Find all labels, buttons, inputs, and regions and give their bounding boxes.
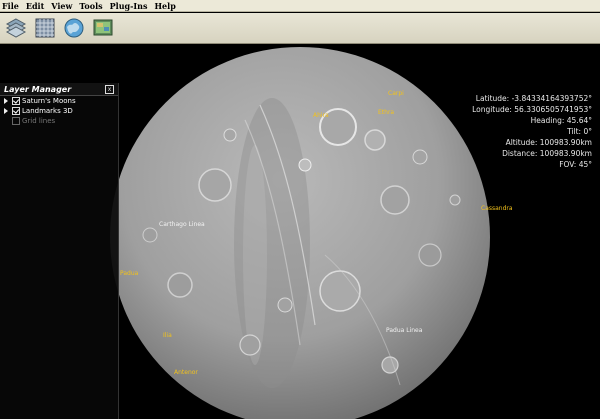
landmark-ilia[interactable]: Ilia (163, 332, 172, 339)
menu-help[interactable]: Help (155, 1, 176, 11)
checkbox-icon[interactable] (12, 107, 20, 115)
landmark-cassandra[interactable]: Cassandra (481, 205, 513, 212)
layer-saturns-moons[interactable]: Saturn's Moons (0, 96, 118, 106)
fov-readout: FOV: 45° (559, 160, 592, 169)
landmark-antenor[interactable]: Antenor (174, 369, 198, 376)
menu-bar: File Edit View Tools Plug-Ins Help (0, 0, 600, 12)
landmark-padua[interactable]: Padua (120, 270, 138, 277)
layer-manager-title: Layer Manager (4, 84, 72, 94)
menu-file[interactable]: File (2, 1, 19, 11)
menu-view[interactable]: View (51, 1, 72, 11)
layer-grid-lines[interactable]: Grid lines (0, 116, 118, 126)
globe-button[interactable] (62, 16, 86, 40)
layer-manager-header: Layer Manager x (0, 83, 118, 96)
landmark-carpi[interactable]: Carpi (388, 90, 404, 97)
map-icon (93, 19, 113, 36)
tilt-readout: Tilt: 0° (567, 127, 592, 136)
checkbox-icon[interactable] (12, 117, 20, 125)
grid-icon (35, 18, 55, 38)
coordinate-readout: Latitude: -3.84334164393752° Longitude: … (472, 93, 592, 170)
menu-tools[interactable]: Tools (79, 1, 102, 11)
globe-icon (64, 18, 84, 38)
layer-manager-panel: Layer Manager x Saturn's Moons Landmarks… (0, 83, 119, 419)
expand-arrow-icon[interactable] (4, 108, 8, 114)
landmark-padua-linea[interactable]: Padua Linea (386, 327, 422, 334)
layer-label: Saturn's Moons (22, 97, 76, 105)
longitude-readout: Longitude: 56.3306505741953° (472, 105, 592, 114)
landmark-ethra[interactable]: Ethra (378, 109, 394, 116)
expand-arrow-icon[interactable] (4, 98, 8, 104)
landmark-ahira[interactable]: Ahira (313, 112, 329, 119)
landmark-carthago-linea[interactable]: Carthago Linea (159, 221, 205, 228)
grid-button[interactable] (33, 16, 57, 40)
layers-icon (5, 18, 27, 38)
layers-button[interactable] (4, 16, 28, 40)
checkbox-icon[interactable] (12, 97, 20, 105)
close-icon[interactable]: x (105, 84, 114, 94)
menu-edit[interactable]: Edit (26, 1, 44, 11)
layer-landmarks-3d[interactable]: Landmarks 3D (0, 106, 118, 116)
heading-readout: Heading: 45.64° (530, 116, 592, 125)
altitude-readout: Altitude: 100983.90km (505, 138, 592, 147)
layer-label: Grid lines (22, 117, 56, 125)
distance-readout: Distance: 100983.90km (502, 149, 592, 158)
layer-label: Landmarks 3D (22, 107, 73, 115)
map-button[interactable] (91, 16, 115, 40)
toolbar (0, 13, 600, 44)
latitude-readout: Latitude: -3.84334164393752° (475, 94, 592, 103)
menu-plugins[interactable]: Plug-Ins (110, 1, 148, 11)
